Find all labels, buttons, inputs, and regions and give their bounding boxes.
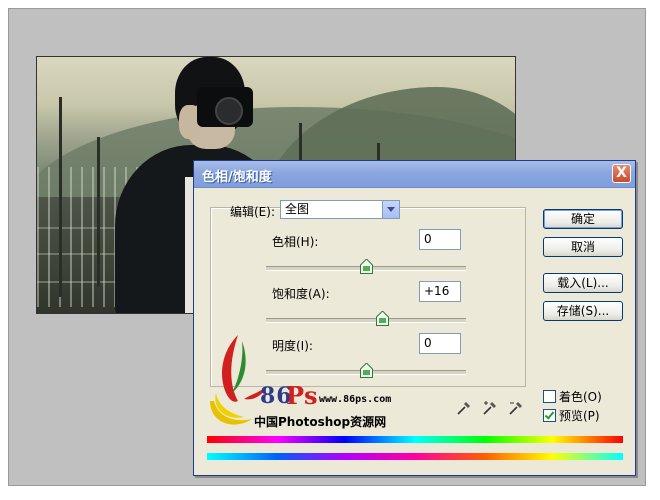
photo-pole: [59, 97, 62, 297]
spectrum-bar-top: [207, 436, 623, 443]
save-button[interactable]: 存储(S)...: [543, 301, 623, 321]
edit-select[interactable]: 全图: [280, 200, 400, 219]
close-button[interactable]: X: [612, 164, 631, 183]
colorize-checkbox-row[interactable]: 着色(O): [543, 388, 602, 405]
edit-select-value: 全图: [285, 202, 310, 216]
load-button[interactable]: 载入(L)...: [543, 273, 623, 293]
watermark-caption: 中国Photoshop资源网: [254, 415, 387, 429]
ok-button[interactable]: 确定: [543, 209, 623, 229]
lightness-label: 明度(I):: [272, 339, 313, 353]
eyedropper-plus-icon[interactable]: [482, 400, 498, 416]
dialog-titlebar[interactable]: 色相/饱和度 X: [194, 161, 635, 188]
colorize-label: 着色(O): [559, 390, 602, 404]
watermark-ps: Ps: [286, 381, 318, 410]
spectrum-bar-bottom: [207, 453, 623, 460]
edit-label: 编辑(E):: [230, 205, 275, 219]
colorize-checkbox[interactable]: [543, 390, 556, 403]
saturation-input[interactable]: +16: [419, 281, 461, 302]
lightness-slider-thumb[interactable]: [359, 363, 373, 378]
dialog-title: 色相/饱和度: [202, 170, 272, 185]
hue-label: 色相(H):: [272, 235, 319, 249]
chevron-down-icon[interactable]: [382, 201, 399, 218]
cancel-button[interactable]: 取消: [543, 237, 623, 257]
saturation-label: 饱和度(A):: [272, 287, 330, 301]
hue-slider-thumb[interactable]: [359, 259, 373, 274]
hue-input[interactable]: 0: [419, 229, 461, 250]
lightness-input[interactable]: 0: [419, 333, 461, 354]
hue-saturation-dialog: 色相/饱和度 X 编辑(E): 全图 色相(H): 0 饱和度(A): +16 …: [193, 160, 636, 476]
preview-checkbox[interactable]: [543, 409, 556, 422]
photo-camera-lens: [215, 97, 243, 125]
watermark-url: www.86ps.com: [319, 394, 392, 405]
photo-pole: [97, 137, 100, 287]
saturation-slider-track[interactable]: [266, 318, 466, 323]
close-icon: X: [616, 165, 627, 181]
preview-checkbox-row[interactable]: 预览(P): [543, 407, 600, 424]
saturation-slider-thumb[interactable]: [375, 311, 389, 326]
eyedropper-icon[interactable]: [456, 400, 472, 416]
eyedropper-minus-icon[interactable]: [508, 400, 524, 416]
preview-label: 预览(P): [559, 409, 600, 423]
